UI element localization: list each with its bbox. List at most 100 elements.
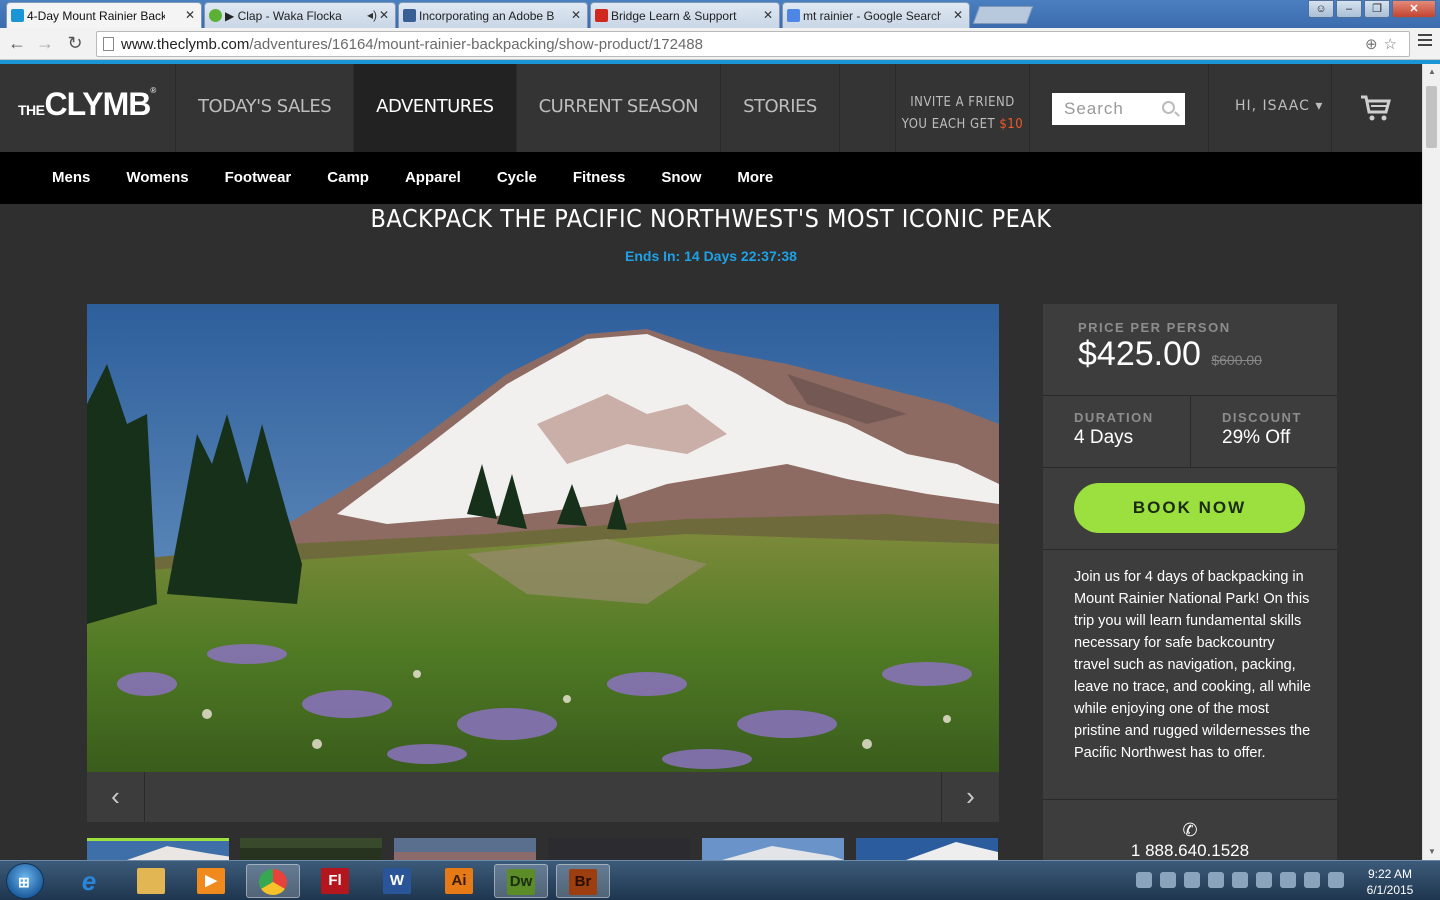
scroll-up-icon[interactable]: ▲ — [1423, 64, 1440, 80]
bridge-icon[interactable]: Br — [556, 864, 610, 898]
phone-contact: ✆ 1 888.640.1528 — [1043, 800, 1337, 861]
thumbnail-3[interactable] — [394, 838, 536, 860]
duration-stat: DURATION 4 Days — [1043, 396, 1190, 467]
system-tray — [1136, 872, 1344, 888]
tray-monitor-icon[interactable] — [1280, 872, 1296, 888]
internet-explorer-icon[interactable]: e — [62, 864, 116, 898]
page-scrollbar[interactable]: ▲ ▼ — [1422, 64, 1440, 860]
tab-google-search[interactable]: mt rainier - Google Search ✕ — [782, 2, 970, 28]
book-now-button[interactable]: BOOK NOW — [1074, 483, 1305, 533]
close-tab-icon[interactable]: ✕ — [185, 8, 195, 22]
scroll-down-icon[interactable]: ▼ — [1423, 844, 1440, 860]
close-tab-icon[interactable]: ✕ — [763, 8, 773, 22]
tab-clymb[interactable]: 4-Day Mount Rainier Back ✕ — [6, 2, 202, 28]
nav-todays-sales[interactable]: TODAY'S SALES — [176, 64, 355, 152]
adobe-favicon-icon — [595, 9, 608, 22]
original-price: $600.00 — [1211, 352, 1262, 368]
spotify-favicon-icon — [209, 9, 222, 22]
trip-description: Join us for 4 days of backpacking in Mou… — [1043, 550, 1337, 800]
tab-label: Incorporating an Adobe B — [419, 9, 555, 23]
nav-current-season[interactable]: CURRENT SEASON — [517, 64, 722, 152]
category-footwear[interactable]: Footwear — [207, 152, 310, 204]
thumbnail-6[interactable] — [856, 838, 998, 860]
tray-acrobat-icon[interactable] — [1184, 872, 1200, 888]
close-tab-icon[interactable]: ✕ — [379, 8, 389, 22]
thumbnail-2[interactable] — [240, 838, 382, 860]
book-section: BOOK NOW — [1043, 468, 1337, 550]
category-camp[interactable]: Camp — [309, 152, 387, 204]
user-menu[interactable]: HI, ISAAC ▾ — [1208, 64, 1332, 152]
thumbnail-1[interactable] — [87, 838, 229, 860]
tray-flag-icon[interactable] — [1304, 872, 1320, 888]
system-clock[interactable]: 9:22 AM 6/1/2015 — [1360, 866, 1420, 898]
thumbnail-4[interactable] — [548, 838, 690, 860]
word-icon[interactable]: W — [370, 864, 424, 898]
tab-label: Bridge Learn & Support — [611, 9, 737, 23]
file-explorer-icon[interactable] — [124, 864, 178, 898]
browser-tab-strip: 4-Day Mount Rainier Back ✕ ▶ Clap - Waka… — [0, 0, 1440, 28]
nav-stories[interactable]: STORIES — [721, 64, 840, 152]
trip-stats: DURATION 4 Days DISCOUNT 29% Off — [1043, 396, 1337, 468]
tab-bridge[interactable]: Bridge Learn & Support ✕ — [590, 2, 780, 28]
category-fitness[interactable]: Fitness — [555, 152, 644, 204]
price-value: $425.00 — [1078, 335, 1201, 373]
clymb-favicon-icon — [11, 9, 24, 22]
tray-security-icon[interactable] — [1160, 872, 1176, 888]
close-tab-icon[interactable]: ✕ — [953, 8, 963, 22]
discount-stat: DISCOUNT 29% Off — [1190, 396, 1337, 467]
clock-date: 6/1/2015 — [1366, 883, 1414, 897]
category-cycle[interactable]: Cycle — [479, 152, 555, 204]
chrome-icon[interactable] — [246, 864, 300, 898]
logo-clymb: CLYMB — [44, 86, 152, 122]
phone-number[interactable]: 1 888.640.1528 — [1131, 841, 1249, 860]
tray-volume-icon[interactable] — [1328, 872, 1344, 888]
new-tab-button[interactable] — [972, 6, 1034, 24]
media-player-icon[interactable]: ▶ — [184, 864, 238, 898]
close-tab-icon[interactable]: ✕ — [571, 8, 581, 22]
back-arrow-icon[interactable]: ← — [6, 33, 28, 54]
tray-cloud-icon[interactable] — [1232, 872, 1248, 888]
cart-icon[interactable] — [1360, 94, 1392, 122]
tab-spotify[interactable]: ▶ Clap - Waka Flocka ◂) ✕ — [204, 2, 396, 28]
minimize-button[interactable]: – — [1336, 0, 1362, 18]
forward-arrow-icon[interactable]: → — [34, 33, 56, 54]
flash-icon[interactable]: Fl — [308, 864, 362, 898]
scroll-thumb[interactable] — [1426, 86, 1437, 148]
tab-label: 4-Day Mount Rainier Back — [27, 9, 165, 23]
nav-adventures[interactable]: ADVENTURES — [354, 64, 517, 152]
window-controls: ☺ – ❐ ✕ — [1308, 0, 1436, 20]
clock-time: 9:22 AM — [1367, 867, 1413, 881]
previous-slide-chevron-left-icon[interactable]: ‹ — [87, 772, 145, 822]
category-snow[interactable]: Snow — [643, 152, 719, 204]
clymb-logo[interactable]: THECLYMB® — [0, 64, 176, 152]
search-placeholder: Search — [1064, 99, 1124, 118]
address-bar[interactable]: www.theclymb.com/adventures/16164/mount-… — [96, 31, 1410, 57]
product-content: BACKPACK THE PACIFIC NORTHWEST'S MOST IC… — [0, 204, 1422, 864]
tray-network-icon[interactable] — [1208, 872, 1224, 888]
search-input[interactable]: Search — [1052, 93, 1185, 125]
maximize-button[interactable]: ❐ — [1364, 0, 1390, 18]
category-mens[interactable]: Mens — [34, 152, 108, 204]
profile-icon[interactable]: ☺ — [1308, 0, 1334, 18]
search-icon[interactable] — [1162, 101, 1175, 114]
invite-amount: $10 — [999, 117, 1024, 132]
next-slide-chevron-right-icon[interactable]: › — [941, 772, 999, 822]
close-window-button[interactable]: ✕ — [1392, 0, 1436, 18]
category-apparel[interactable]: Apparel — [387, 152, 479, 204]
page-icon — [103, 37, 114, 51]
zoom-and-bookmark-icons[interactable]: ⊕☆ — [1365, 35, 1403, 53]
illustrator-icon[interactable]: Ai — [432, 864, 486, 898]
tray-app-icon[interactable] — [1256, 872, 1272, 888]
thumbnail-5[interactable] — [702, 838, 844, 860]
reload-icon[interactable]: ↻ — [64, 33, 86, 54]
tab-adobe-incorporating[interactable]: Incorporating an Adobe B ✕ — [398, 2, 588, 28]
category-more[interactable]: More — [719, 152, 791, 204]
invite-friend-link[interactable]: INVITE A FRIEND YOU EACH GET $10 — [895, 64, 1030, 152]
dreamweaver-icon[interactable]: Dw — [494, 864, 548, 898]
invite-line-2: YOU EACH GET — [901, 117, 1000, 132]
category-womens[interactable]: Womens — [108, 152, 206, 204]
tray-bridge-icon[interactable] — [1136, 872, 1152, 888]
start-button-windows-icon[interactable]: ⊞ — [6, 863, 44, 899]
chrome-menu-icon[interactable] — [1418, 34, 1432, 49]
tab-label: mt rainier - Google Search — [803, 9, 941, 23]
